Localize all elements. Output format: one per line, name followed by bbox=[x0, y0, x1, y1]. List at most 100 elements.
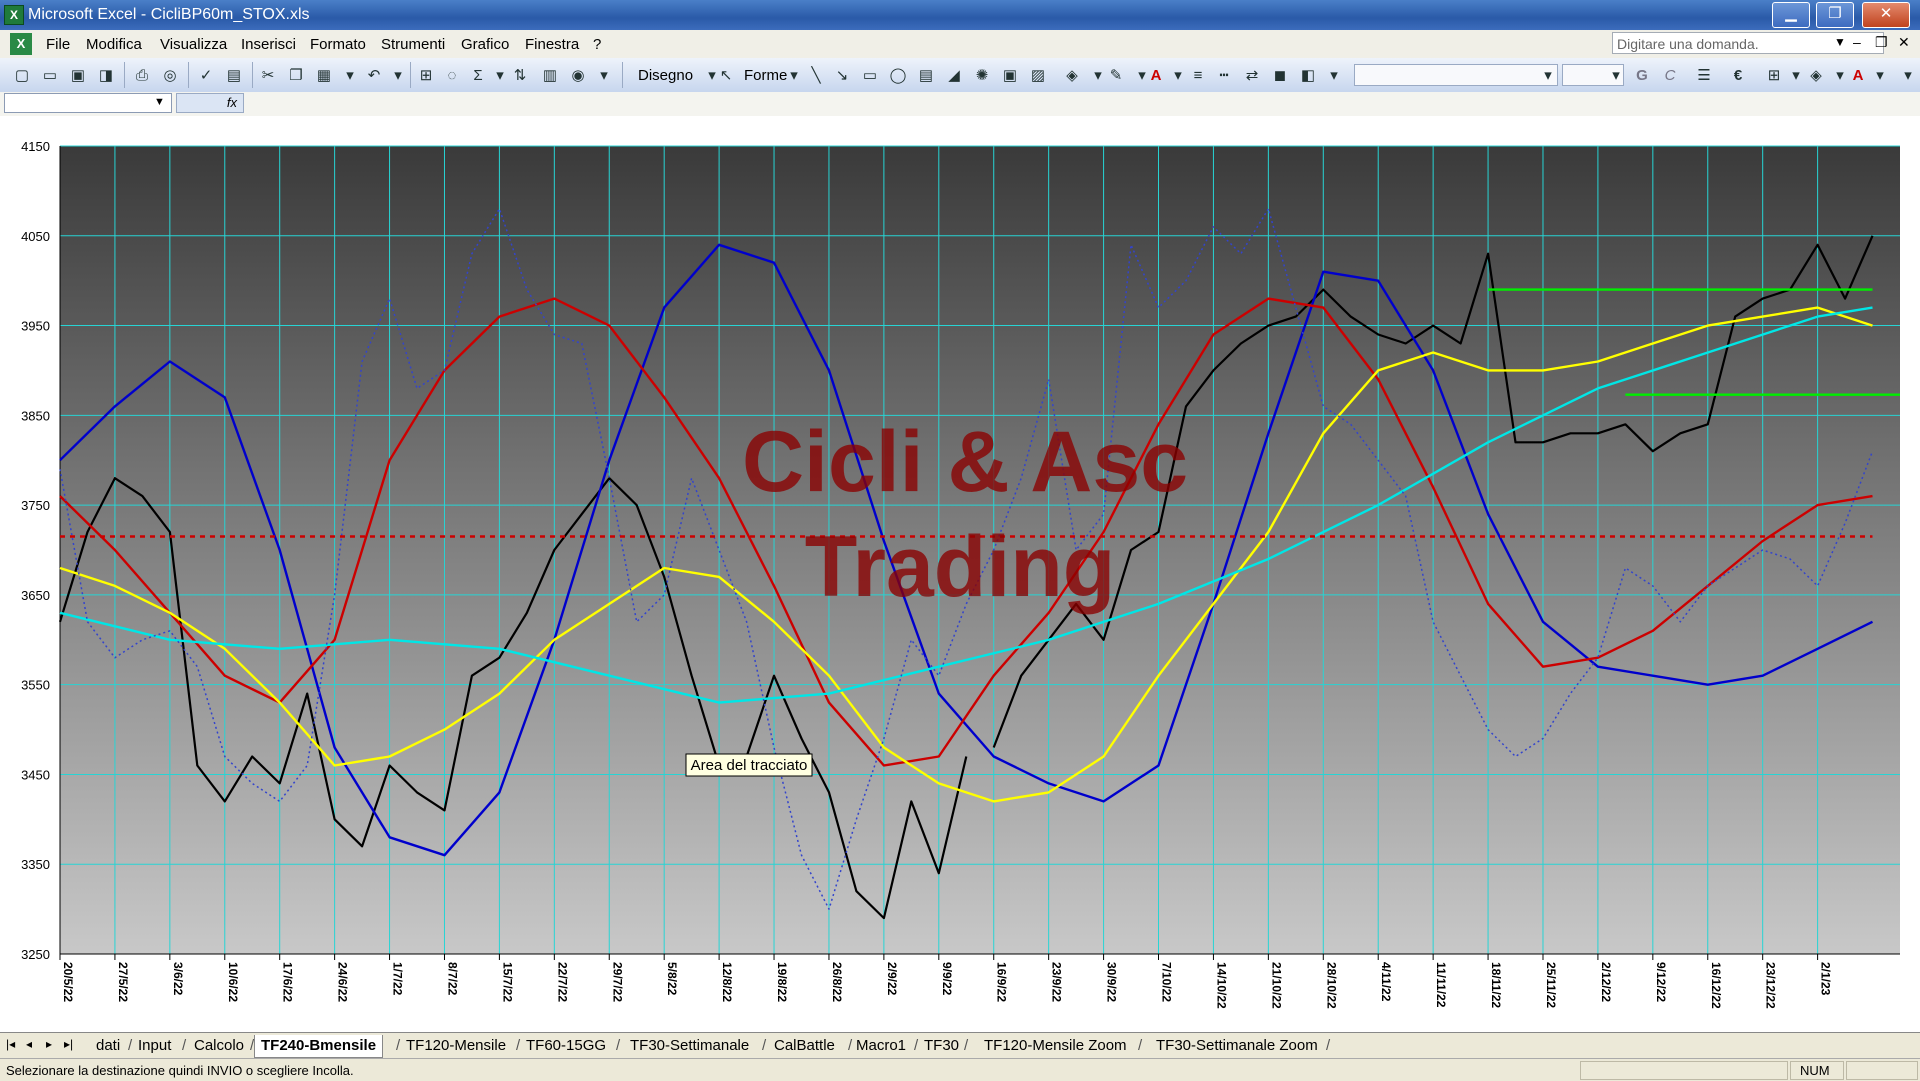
clipart-icon[interactable]: ▣ bbox=[1000, 65, 1020, 85]
name-box[interactable] bbox=[4, 93, 172, 113]
draw-menu[interactable]: Disegno bbox=[638, 67, 693, 84]
textbox-icon[interactable]: ▤ bbox=[916, 65, 936, 85]
italic-button[interactable]: C bbox=[1660, 65, 1680, 85]
shadow-icon[interactable]: ◼ bbox=[1270, 65, 1290, 85]
diagram-icon[interactable]: ✺ bbox=[972, 65, 992, 85]
minimize-button[interactable]: ▁ bbox=[1772, 2, 1810, 28]
3d-icon[interactable]: ◧ bbox=[1298, 65, 1318, 85]
chevron-down-icon[interactable]: ▾ bbox=[1088, 65, 1108, 85]
shapes-menu[interactable]: Forme bbox=[744, 67, 787, 84]
research-icon[interactable]: ▤ bbox=[224, 65, 244, 85]
line-color-icon[interactable]: ✎ bbox=[1106, 65, 1126, 85]
open-icon[interactable]: ▭ bbox=[40, 65, 60, 85]
chevron-down-icon[interactable]: ▾ bbox=[340, 65, 360, 85]
line-style-icon[interactable]: ≡ bbox=[1188, 65, 1208, 85]
menu-help[interactable]: ? bbox=[593, 36, 601, 53]
prev-sheet-button[interactable]: ◂ bbox=[26, 1037, 32, 1051]
font-color-icon[interactable]: A bbox=[1848, 65, 1868, 85]
sigma-icon[interactable]: Σ bbox=[468, 65, 488, 85]
picture-icon[interactable]: ▨ bbox=[1028, 65, 1048, 85]
select-pointer-icon[interactable]: ↖ bbox=[716, 65, 736, 85]
chart-wizard-icon[interactable]: ▥ bbox=[540, 65, 560, 85]
doc-close-button[interactable]: ✕ bbox=[1898, 34, 1910, 51]
watermark-line-2: Trading bbox=[805, 519, 1116, 615]
doc-minimize-button[interactable]: ‒ bbox=[1853, 34, 1861, 50]
x-tick-label: 29/7/22 bbox=[610, 962, 624, 1002]
menu-modifica[interactable]: Modifica bbox=[86, 36, 142, 53]
oval-icon[interactable]: ◯ bbox=[888, 65, 908, 85]
font-color-icon[interactable]: A bbox=[1146, 65, 1166, 85]
print-icon[interactable]: ⎙ bbox=[132, 65, 152, 85]
autosum-icon[interactable]: ◌ bbox=[442, 65, 462, 85]
options-icon[interactable]: ▾ bbox=[1324, 65, 1344, 85]
font-name-select[interactable] bbox=[1354, 64, 1558, 86]
sheet-tab-tf240-bmensile[interactable]: TF240-Bmensile bbox=[254, 1035, 384, 1058]
chevron-down-icon[interactable]: ▾ bbox=[490, 65, 510, 85]
hyperlink-icon[interactable]: ⊞ bbox=[416, 65, 436, 85]
sheet-tab-calcolo[interactable]: Calcolo bbox=[188, 1035, 250, 1057]
menu-grafico[interactable]: Grafico bbox=[461, 36, 509, 53]
menu-visualizza[interactable]: Visualizza bbox=[160, 36, 227, 53]
cut-icon[interactable]: ✂ bbox=[258, 65, 278, 85]
arrow-style-icon[interactable]: ⇄ bbox=[1242, 65, 1262, 85]
fill-color-icon[interactable]: ◈ bbox=[1062, 65, 1082, 85]
next-sheet-button[interactable]: ▸ bbox=[46, 1037, 52, 1051]
menu-file[interactable]: File bbox=[46, 36, 70, 53]
bold-button[interactable]: G bbox=[1632, 65, 1652, 85]
fill-color-icon[interactable]: ◈ bbox=[1806, 65, 1826, 85]
sheet-tab-tf30-settimanale[interactable]: TF30-Settimanale bbox=[624, 1035, 755, 1057]
menu-inserisci[interactable]: Inserisci bbox=[241, 36, 296, 53]
arrow-icon[interactable]: ↘ bbox=[832, 65, 852, 85]
menu-strumenti[interactable]: Strumenti bbox=[381, 36, 445, 53]
chevron-down-icon[interactable]: ▾ bbox=[1786, 65, 1806, 85]
chevron-down-icon[interactable]: ▼ bbox=[1834, 35, 1846, 49]
dash-style-icon[interactable]: ┅ bbox=[1214, 65, 1234, 85]
chevron-down-icon[interactable]: ▾ bbox=[1606, 65, 1626, 85]
chevron-down-icon[interactable]: ▾ bbox=[1830, 65, 1850, 85]
sheet-tab-dati[interactable]: dati bbox=[90, 1035, 126, 1057]
print-preview-icon[interactable]: ◎ bbox=[160, 65, 180, 85]
sheet-tab-macro1[interactable]: Macro1 bbox=[850, 1035, 912, 1057]
chart[interactable]: 3250 3350 3450 3550 3650 3750 3850 3950 4050 4150… bbox=[0, 116, 1920, 1032]
sheet-tab-input[interactable]: Input bbox=[132, 1035, 177, 1057]
align-center-icon[interactable]: ☰ bbox=[1694, 65, 1714, 85]
sheet-tab-tf30-settimanale-zoom[interactable]: TF30-Settimanale Zoom bbox=[1150, 1035, 1324, 1057]
menu-finestra[interactable]: Finestra bbox=[525, 36, 579, 53]
menu-formato[interactable]: Formato bbox=[310, 36, 366, 53]
chevron-down-icon[interactable]: ▾ bbox=[1168, 65, 1188, 85]
doc-restore-button[interactable]: ❐ bbox=[1875, 34, 1888, 51]
line-icon[interactable]: ╲ bbox=[806, 65, 826, 85]
document-icon[interactable]: X bbox=[10, 33, 32, 55]
save-icon[interactable]: ▣ bbox=[68, 65, 88, 85]
spelling-icon[interactable]: ✓ bbox=[196, 65, 216, 85]
permission-icon[interactable]: ◨ bbox=[96, 65, 116, 85]
sheet-tab-tf60-15gg[interactable]: TF60-15GG bbox=[520, 1035, 612, 1057]
options-icon[interactable]: ▾ bbox=[594, 65, 614, 85]
restore-button[interactable]: ❐ bbox=[1816, 2, 1854, 28]
sheet-tab-tf120-mensile-zoom[interactable]: TF120-Mensile Zoom bbox=[978, 1035, 1133, 1057]
last-sheet-button[interactable]: ▸| bbox=[64, 1037, 73, 1051]
chart-area[interactable]: 3250 3350 3450 3550 3650 3750 3850 3950 4050 4150… bbox=[0, 116, 1920, 1032]
sheet-tab-tf30[interactable]: TF30 bbox=[918, 1035, 965, 1057]
copy-icon[interactable]: ❐ bbox=[286, 65, 306, 85]
sheet-tab-tf120-mensile[interactable]: TF120-Mensile bbox=[400, 1035, 512, 1057]
chevron-down-icon[interactable]: ▼ bbox=[154, 96, 165, 108]
rectangle-icon[interactable]: ▭ bbox=[860, 65, 880, 85]
undo-icon[interactable]: ↶ bbox=[364, 65, 384, 85]
first-sheet-button[interactable]: |◂ bbox=[6, 1037, 15, 1051]
close-button[interactable]: ✕ bbox=[1862, 2, 1910, 28]
chevron-down-icon[interactable]: ▾ bbox=[388, 65, 408, 85]
sort-icon[interactable]: ⇅ bbox=[510, 65, 530, 85]
chevron-down-icon[interactable]: ▾ bbox=[1870, 65, 1890, 85]
paste-icon[interactable]: ▦ bbox=[314, 65, 334, 85]
euro-button[interactable]: € bbox=[1728, 65, 1748, 85]
wordart-icon[interactable]: ◢ bbox=[944, 65, 964, 85]
x-tick-label: 27/5/22 bbox=[116, 962, 130, 1002]
insert-function-button[interactable]: fx bbox=[176, 93, 244, 113]
chevron-down-icon[interactable]: ▾ bbox=[1538, 65, 1558, 85]
options-icon[interactable]: ▾ bbox=[1898, 65, 1918, 85]
sheet-tab-calbattle[interactable]: CalBattle bbox=[768, 1035, 841, 1057]
borders-icon[interactable]: ⊞ bbox=[1764, 65, 1784, 85]
new-icon[interactable]: ▢ bbox=[12, 65, 32, 85]
help-icon[interactable]: ◉ bbox=[568, 65, 588, 85]
